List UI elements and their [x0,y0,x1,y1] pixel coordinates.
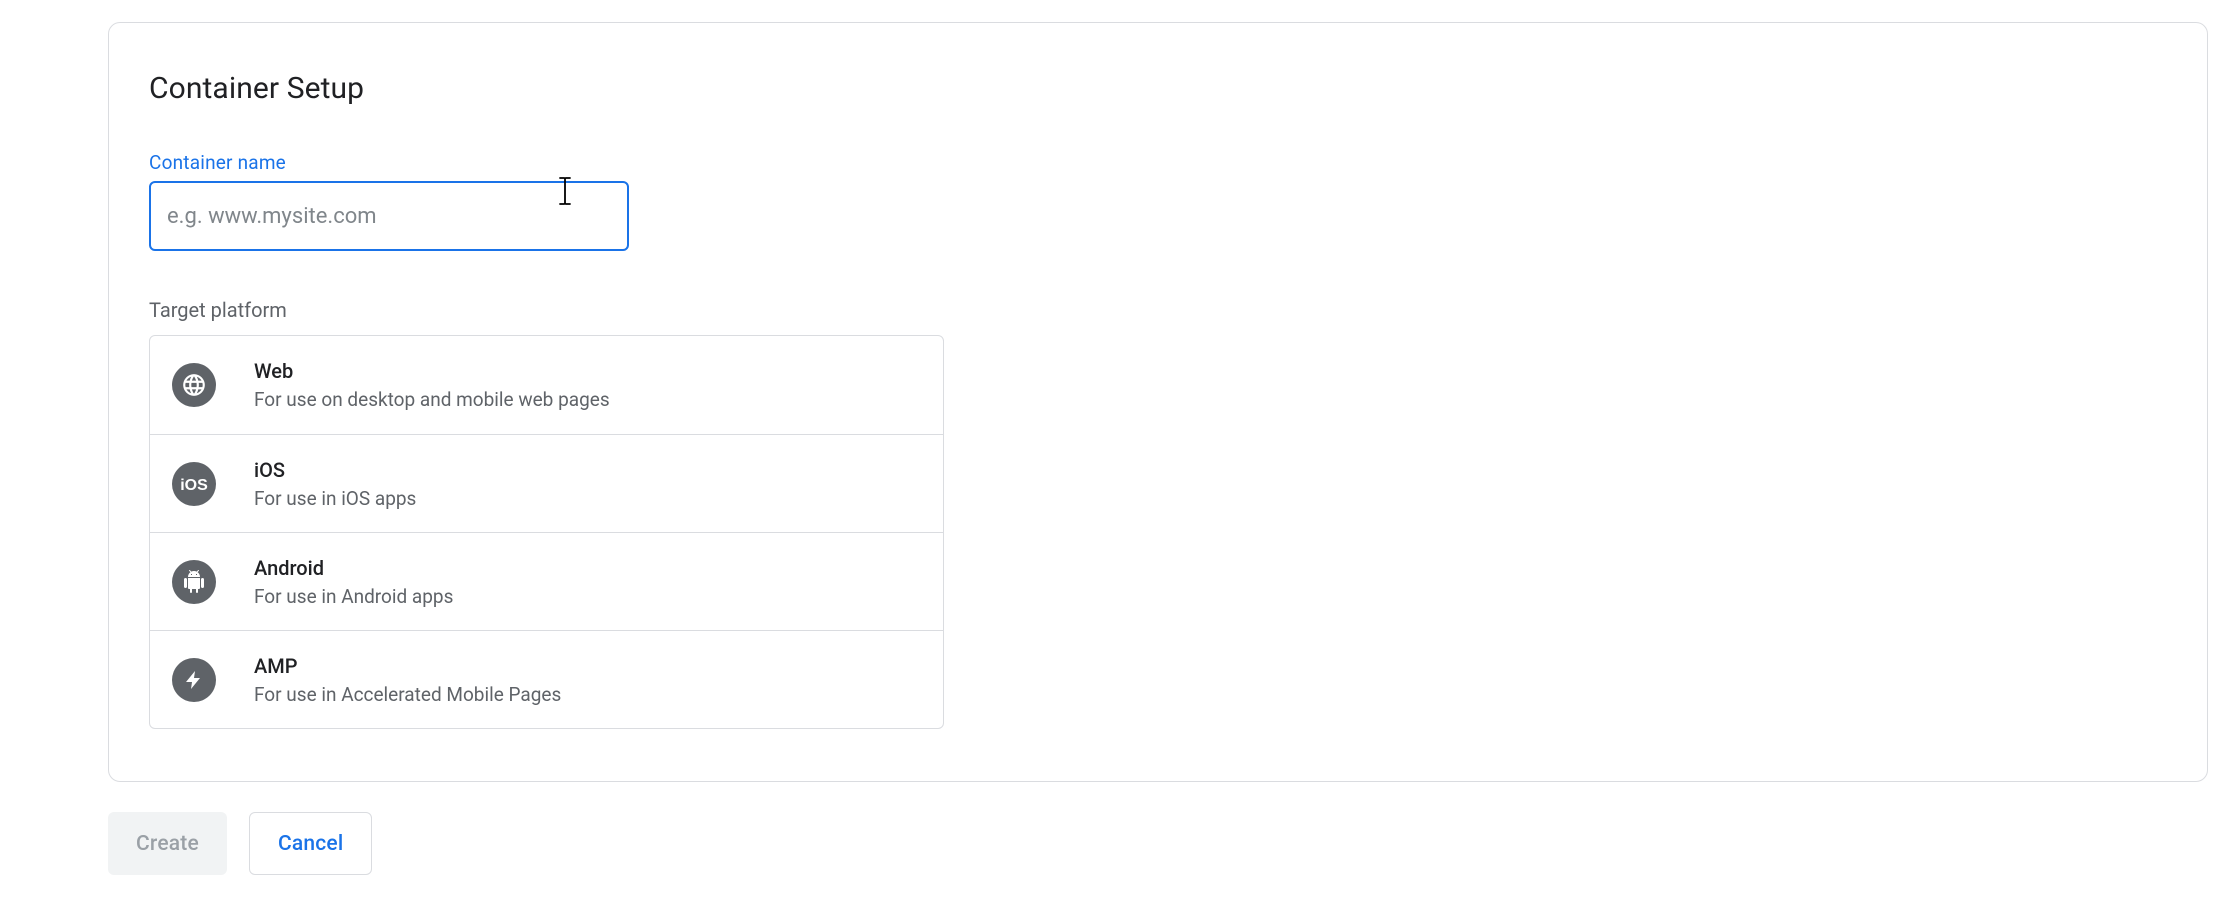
platform-option-desc: For use in Android apps [254,584,453,610]
platform-option-web[interactable]: Web For use on desktop and mobile web pa… [150,336,943,434]
footer-actions: Create Cancel [108,812,372,875]
section-title: Container Setup [149,71,364,106]
platform-option-title: Web [254,357,610,385]
amp-icon [172,658,216,702]
platform-option-title: Android [254,554,453,582]
platform-option-desc: For use in Accelerated Mobile Pages [254,682,561,708]
container-name-input[interactable] [149,181,629,251]
platform-option-android[interactable]: Android For use in Android apps [150,532,943,630]
svg-text:iOS: iOS [180,477,208,494]
container-name-label: Container name [149,151,286,174]
android-icon [172,560,216,604]
target-platform-label: Target platform [149,298,287,322]
platform-option-text: iOS For use in iOS apps [254,456,416,512]
ios-icon: iOS [172,462,216,506]
platform-option-desc: For use on desktop and mobile web pages [254,387,610,413]
platform-option-text: AMP For use in Accelerated Mobile Pages [254,652,561,708]
platform-option-desc: For use in iOS apps [254,486,416,512]
platform-option-text: Android For use in Android apps [254,554,453,610]
platform-option-title: iOS [254,456,416,484]
platform-option-amp[interactable]: AMP For use in Accelerated Mobile Pages [150,630,943,728]
create-button[interactable]: Create [108,812,227,875]
platform-option-text: Web For use on desktop and mobile web pa… [254,357,610,413]
globe-icon [172,363,216,407]
platform-option-title: AMP [254,652,561,680]
cancel-button[interactable]: Cancel [249,812,372,875]
container-setup-card: Container Setup Container name Target pl… [108,22,2208,782]
target-platform-list: Web For use on desktop and mobile web pa… [149,335,944,729]
platform-option-ios[interactable]: iOS iOS For use in iOS apps [150,434,943,532]
